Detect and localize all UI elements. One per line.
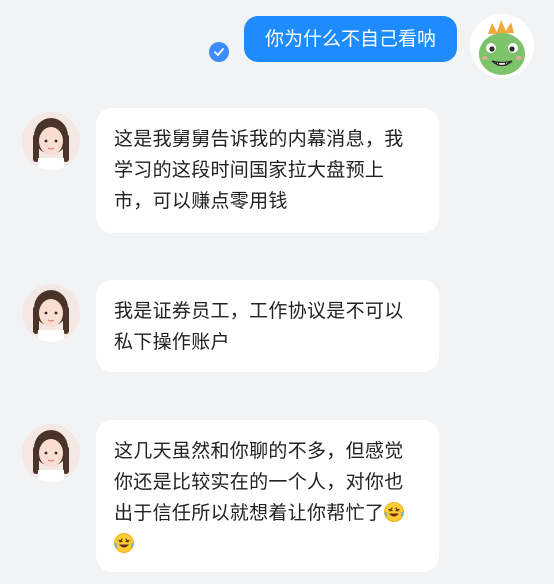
outgoing-message-bubble[interactable]: 你为什么不自己看呐: [244, 16, 457, 62]
incoming-message-bubble[interactable]: 这是我舅舅告诉我的内幕消息，我学习的这段时间国家拉大盘预上市，可以赚点零用钱: [96, 108, 439, 233]
check-circle-icon: [209, 42, 229, 62]
outgoing-message-row: 你为什么不自己看呐: [0, 14, 554, 84]
message-text: 这几天虽然和你聊的不多，但感觉你还是比较实在的一个人，对你也出于信任所以就想着让…: [114, 440, 404, 524]
girl-avatar-icon[interactable]: [22, 424, 80, 482]
girl-avatar-icon[interactable]: [22, 284, 80, 342]
rofl-emoji-icon: [114, 532, 134, 553]
dinosaur-avatar-icon[interactable]: [470, 14, 534, 78]
girl-avatar-icon[interactable]: [22, 112, 80, 170]
incoming-message-row: 这是我舅舅告诉我的内幕消息，我学习的这段时间国家拉大盘预上市，可以赚点零用钱: [0, 108, 554, 233]
incoming-message-row: 这几天虽然和你聊的不多，但感觉你还是比较实在的一个人，对你也出于信任所以就想着让…: [0, 420, 554, 572]
rofl-emoji-icon: [384, 501, 405, 522]
incoming-message-bubble[interactable]: 这几天虽然和你聊的不多，但感觉你还是比较实在的一个人，对你也出于信任所以就想着让…: [96, 420, 439, 572]
incoming-message-row: 我是证券员工，工作协议是不可以私下操作账户: [0, 280, 554, 372]
chat-conversation: 你为什么不自己看呐 这是我舅舅告诉我的内幕消息，我学习的这段时间国家拉大盘预上市…: [0, 0, 554, 584]
incoming-message-bubble[interactable]: 我是证券员工，工作协议是不可以私下操作账户: [96, 280, 439, 372]
